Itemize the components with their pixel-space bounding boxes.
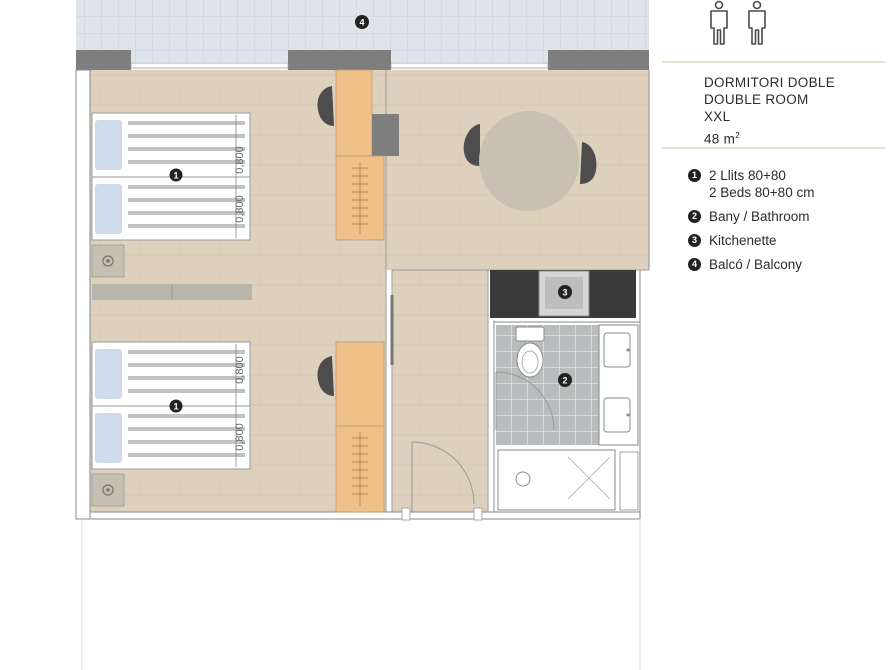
legend-number: 1 [688,169,701,182]
legend-label: 2 Llits 80+80 [709,168,786,183]
wall [548,50,649,70]
room-area-unit-exponent: 2 [735,131,740,140]
room-area-value: 48 m [704,131,736,147]
desk [335,341,385,427]
occupancy-icon [710,0,766,45]
room-area: 48 m2 [704,127,835,148]
room-size-label: XXL [704,109,731,124]
shelf [619,451,639,511]
room-name-en: DOUBLE ROOM [704,92,809,107]
balcony-marker-label: 4 [359,18,364,28]
bed-dimension: 0,800 [234,356,246,384]
room-title: DORMITORI DOBLE DOUBLE ROOM XXL 48 m2 [704,74,835,148]
floor [392,270,488,512]
legend-label: Bany / Bathroom [709,209,810,224]
bed-dimension: 0,800 [234,423,246,451]
shower [497,449,616,511]
pillow [95,120,122,170]
legend-number: 3 [688,234,701,247]
person-icon [710,0,728,45]
divider [662,61,885,63]
legend-label-secondary: 2 Beds 80+80 cm [709,185,815,200]
kitchenette-marker-label: 3 [562,288,567,298]
wall [75,69,91,520]
legend-label: Kitchenette [709,233,777,248]
legend-item-beds: 1 2 Llits 80+80 2 Beds 80+80 cm [688,167,814,201]
legend-item-kitchenette: 3 Kitchenette [688,232,814,249]
room-name-ca: DORMITORI DOBLE [704,75,836,90]
sink-icon [603,332,631,368]
window [390,62,549,69]
bed-dimension: 0,800 [234,146,246,174]
pillow [95,184,122,234]
pillow [95,413,122,463]
dining-table [479,111,579,211]
person-icon [748,0,766,45]
floor-plan: 4 0,800 0,800 1 0,800 0,800 1 3 2 [75,0,650,670]
divider [662,147,885,149]
bed-marker-label: 1 [173,171,178,181]
legend-item-bathroom: 2 Bany / Bathroom [688,208,814,225]
sink-icon [603,397,631,433]
door-jamb [401,507,411,521]
desk [335,69,373,157]
column [372,114,399,156]
legend-number: 4 [688,258,701,271]
legend: 1 2 Llits 80+80 2 Beds 80+80 cm 2 Bany /… [688,167,814,280]
wall [288,50,391,70]
bathroom-floor [496,325,599,445]
legend-item-balcony: 4 Balcó / Balcony [688,256,814,273]
wall [76,50,131,70]
legend-number: 2 [688,210,701,223]
bed-marker-label: 1 [173,402,178,412]
window [130,62,289,69]
legend-label: Balcó / Balcony [709,257,803,272]
toilet-icon [515,326,545,378]
bed-dimension: 0,800 [234,195,246,223]
door-jamb [473,507,483,521]
bathroom-marker-label: 2 [562,376,567,386]
pillow [95,349,122,399]
